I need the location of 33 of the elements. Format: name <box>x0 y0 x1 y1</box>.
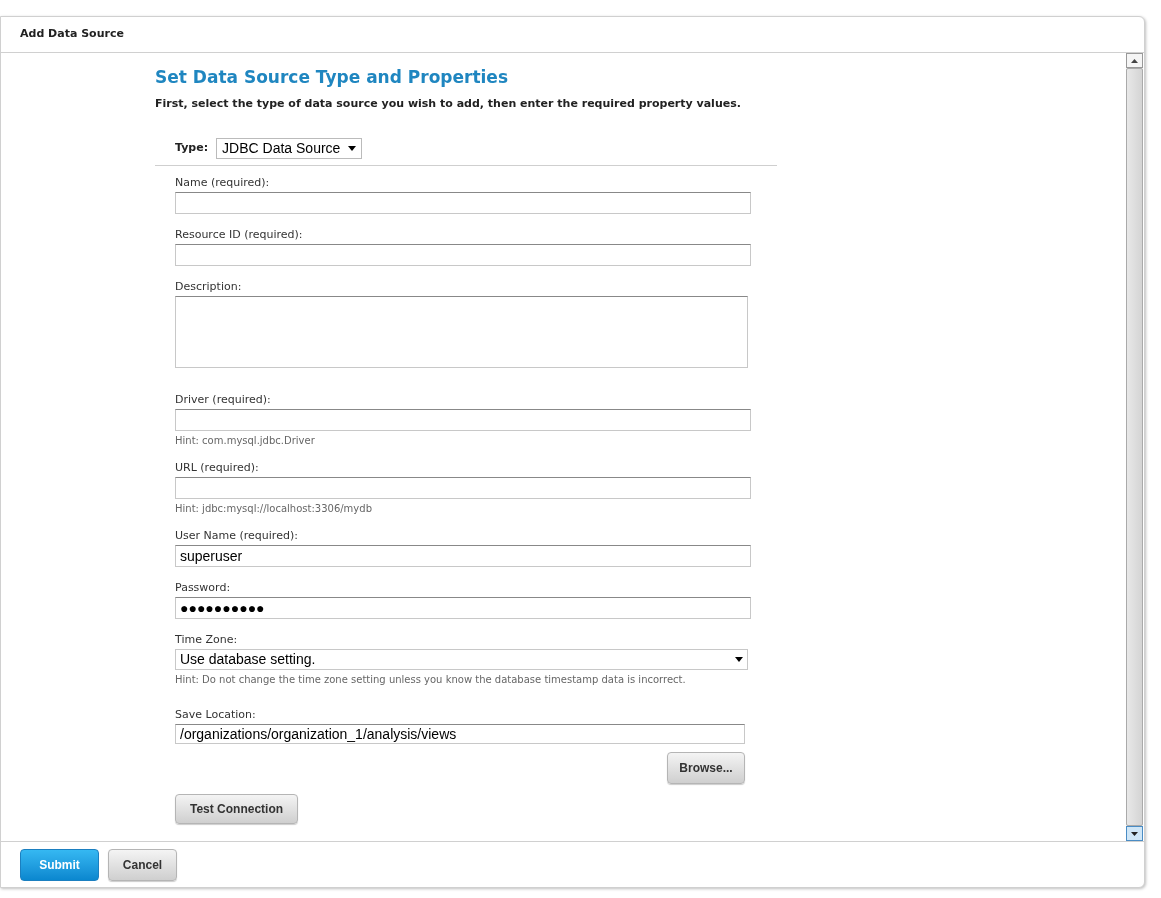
field-label: Save Location: <box>175 708 256 722</box>
field-label: Time Zone: <box>175 633 238 647</box>
dropdown-caret-icon <box>348 146 357 151</box>
field-label: Password: <box>175 581 231 595</box>
scroll-down-arrow-icon <box>1131 831 1138 836</box>
input-field[interactable] <box>175 409 751 431</box>
time-zone-dropdown[interactable]: Use database setting. <box>175 649 748 670</box>
field-label: Driver (required): <box>175 393 271 407</box>
hint-text: Hint: Do not change the time zone setting unless you know the database timestamp data is incorrect. <box>175 674 686 686</box>
input-field[interactable]: superuser <box>175 545 751 567</box>
field-label: Resource ID (required): <box>175 228 303 242</box>
type-dropdown[interactable]: JDBC Data Source <box>216 138 363 159</box>
hint-text: Hint: jdbc:mysql://localhost:3306/mydb <box>175 503 372 515</box>
scroll-up-arrow-icon <box>1131 58 1138 63</box>
input-field[interactable] <box>175 244 751 266</box>
type-label: Type: <box>175 140 209 157</box>
cancel-button[interactable]: Cancel <box>108 848 177 881</box>
field-label: Name (required): <box>175 176 270 190</box>
field-label: Description: <box>175 280 242 294</box>
section-heading: Set Data Source Type and Properties <box>155 67 508 87</box>
dialog-title: Add Data Source <box>20 26 124 43</box>
instructions-text: First, select the type of data source you wish to add, then enter the required property values. <box>155 97 741 111</box>
hint-text: Hint: com.mysql.jdbc.Driver <box>175 435 315 447</box>
input-field[interactable] <box>175 192 751 214</box>
test-connection-button[interactable]: Test Connection <box>175 794 298 824</box>
input-field[interactable] <box>175 477 751 499</box>
dropdown-caret-icon <box>735 657 743 662</box>
browse-button[interactable]: Browse... <box>667 752 745 784</box>
description-field[interactable] <box>175 296 748 368</box>
field-label: User Name (required): <box>175 529 298 543</box>
field-label: URL (required): <box>175 461 259 475</box>
input-field[interactable]: ●●●●●●●●●● <box>175 597 751 619</box>
input-field[interactable]: /organizations/organization_1/analysis/views <box>175 724 745 744</box>
